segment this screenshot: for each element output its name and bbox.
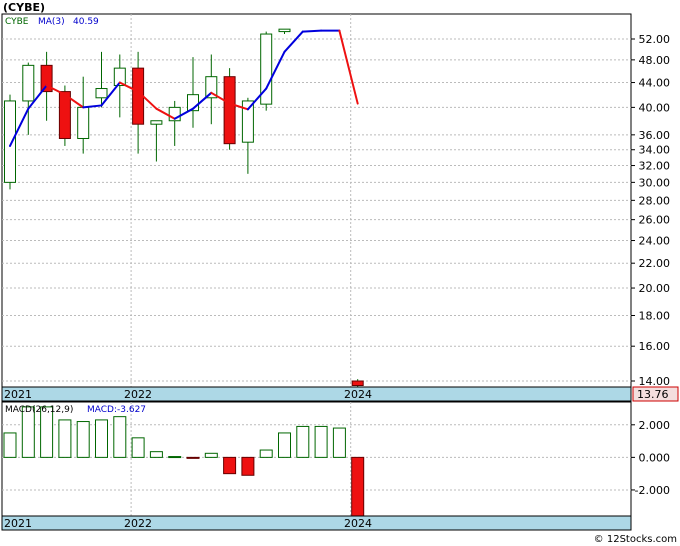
price-y-axis: 52.00 48.00 44.00 40.00 36.00 34.00 32.00 30.00… [631, 33, 670, 388]
macd-y-tick-label: -2.000 [635, 484, 670, 497]
macd-legend-label: MACD(26,12,9) [5, 405, 73, 415]
candle-down [223, 76, 236, 145]
price-y-tick-label: 16.00 [639, 340, 671, 353]
price-x-tick-label: 2021 [4, 388, 32, 401]
price-y-tick-label: 52.00 [639, 33, 671, 46]
macd-bar-positive [204, 452, 218, 458]
candle-up [150, 120, 163, 125]
macd-bar-positive [76, 421, 90, 458]
candle-up [278, 28, 291, 33]
price-y-tick-label: 24.00 [639, 235, 671, 248]
macd-bar-positive [113, 416, 127, 458]
macd-bar-negative [241, 456, 255, 476]
macd-bar-positive [95, 419, 108, 458]
macd-bar-positive [131, 437, 145, 458]
price-y-tick-label: 32.00 [639, 160, 671, 173]
macd-x-axis-band [1, 515, 632, 531]
candle-up [77, 106, 90, 139]
macd-bar-negative [223, 456, 237, 475]
macd-bar-positive [259, 449, 273, 458]
macd-bar-positive [168, 456, 182, 459]
macd-bar-positive [149, 451, 163, 458]
price-x-axis-band [1, 386, 632, 402]
macd-x-tick-label: 2021 [4, 517, 32, 530]
candle-up [22, 64, 35, 102]
last-price-badge: 13.76 [637, 388, 669, 401]
chart-title: (CYBE) [3, 1, 45, 14]
price-y-tick-label: 36.00 [639, 129, 671, 142]
macd-y-tick-label: 2.000 [639, 419, 671, 432]
macd-bar-positive [296, 425, 310, 458]
price-y-tick-label: 20.00 [639, 282, 671, 295]
ma-segment [301, 29, 323, 33]
price-y-tick-label: 48.00 [639, 54, 671, 67]
macd-y-tick-label: 0.000 [639, 451, 671, 464]
macd-bar-positive [3, 432, 17, 458]
macd-bar-positive [314, 425, 328, 458]
macd-bar-positive [58, 419, 72, 458]
stock-chart: 52.00 48.00 44.00 40.00 36.00 34.00 32.00 30.00… [1, 1, 679, 545]
macd-legend-value: MACD:-3.627 [87, 405, 146, 415]
price-x-tick-label: 2022 [124, 388, 152, 401]
candle-down [351, 380, 364, 387]
macd-bar-negative [351, 456, 365, 517]
candle-down [58, 91, 71, 139]
price-y-tick-label: 28.00 [639, 194, 671, 207]
price-y-tick-label: 22.00 [639, 257, 671, 270]
candle-up [95, 88, 108, 99]
price-y-tick-label: 26.00 [639, 214, 671, 227]
watermark: © 12Stocks.com [594, 534, 677, 545]
legend-ma-value: 40.59 [73, 17, 99, 27]
legend-ma-label: MA(3) [38, 17, 65, 27]
price-y-tick-label: 18.00 [639, 309, 671, 322]
price-panel [1, 13, 632, 388]
legend-symbol: CYBE [5, 17, 29, 27]
macd-x-tick-label: 2024 [344, 517, 372, 530]
macd-y-axis: 2.000 0.000 -2.000 [631, 419, 670, 497]
macd-bar-negative [186, 456, 200, 459]
macd-x-tick-label: 2022 [124, 517, 152, 530]
price-x-tick-label: 2024 [344, 388, 372, 401]
candle-up [4, 100, 16, 183]
price-y-tick-label: 14.00 [639, 375, 671, 388]
macd-bar-positive [278, 432, 291, 458]
price-y-tick-label: 40.00 [639, 101, 671, 114]
macd-panel [1, 401, 632, 517]
price-y-tick-label: 44.00 [639, 77, 671, 90]
price-y-tick-label: 30.00 [639, 176, 671, 189]
macd-bar-positive [332, 427, 346, 458]
price-y-tick-label: 34.00 [639, 144, 671, 157]
